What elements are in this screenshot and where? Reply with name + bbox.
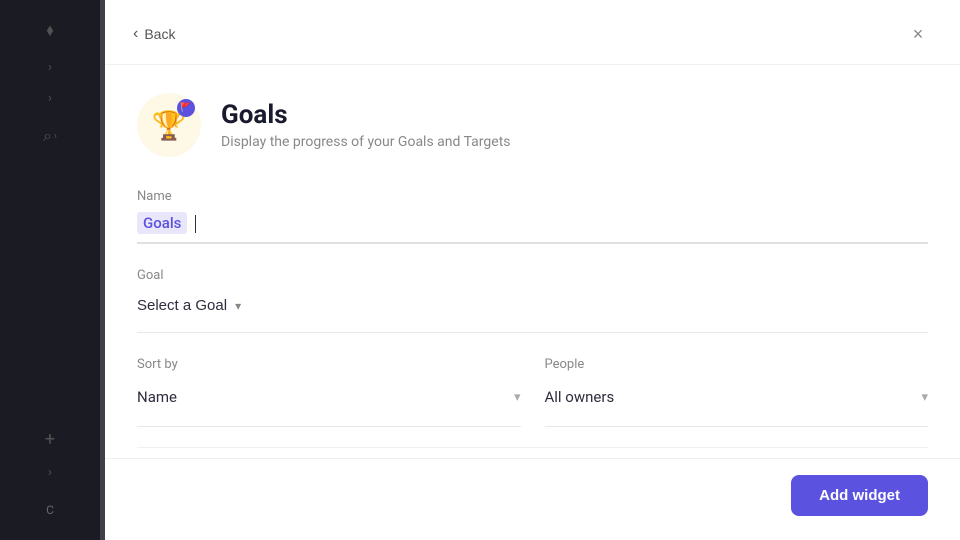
sort-field-label: Sort by	[137, 357, 521, 372]
close-icon: ×	[913, 24, 924, 45]
modal-header: ‹ Back ×	[105, 0, 960, 65]
select-goal-label: Select a Goal	[137, 297, 227, 314]
sort-people-row: Sort by Name ▾ People All owners ▾	[137, 357, 928, 427]
add-widget-button[interactable]: Add widget	[791, 475, 928, 516]
goal-field-label: Goal	[137, 268, 928, 283]
back-label: Back	[144, 26, 175, 42]
people-dropdown-value: All owners	[545, 388, 615, 406]
goal-field-group: Goal Select a Goal ▾	[137, 268, 928, 333]
people-dropdown-chevron-icon: ▾	[921, 390, 928, 405]
goal-field-row: Select a Goal ▾	[137, 291, 928, 333]
close-button[interactable]: ×	[904, 20, 932, 48]
modal-footer: Add widget	[105, 458, 960, 540]
select-goal-chevron-icon: ▾	[235, 299, 241, 313]
sort-dropdown-chevron-icon: ▾	[514, 390, 521, 405]
sort-dropdown-value: Name	[137, 388, 177, 406]
sort-dropdown[interactable]: Name ▾	[137, 380, 521, 414]
select-goal-button[interactable]: Select a Goal ▾	[137, 291, 241, 320]
goals-modal: ‹ Back × 🏆 🚩 Goals Display the progress …	[105, 0, 960, 540]
name-field-value[interactable]: Goals	[137, 212, 187, 234]
sort-field-col: Sort by Name ▾	[137, 357, 521, 427]
widget-header: 🏆 🚩 Goals Display the progress of your G…	[137, 93, 928, 157]
widget-title: Goals	[221, 100, 511, 130]
name-field-row: Goals	[137, 212, 928, 244]
widget-title-area: Goals Display the progress of your Goals…	[221, 100, 511, 150]
name-field-label: Name	[137, 189, 928, 204]
back-button[interactable]: ‹ Back	[133, 25, 175, 43]
name-field-group: Name Goals	[137, 189, 928, 244]
text-cursor	[195, 215, 196, 233]
people-dropdown[interactable]: All owners ▾	[545, 380, 929, 414]
divider-1	[137, 447, 928, 448]
modal-body: 🏆 🚩 Goals Display the progress of your G…	[105, 65, 960, 458]
flag-badge-icon: 🚩	[177, 99, 195, 117]
people-field-col: People All owners ▾	[545, 357, 929, 427]
people-field-label: People	[545, 357, 929, 372]
back-chevron-icon: ‹	[133, 25, 138, 43]
widget-icon: 🏆 🚩	[137, 93, 201, 157]
widget-description: Display the progress of your Goals and T…	[221, 134, 511, 150]
